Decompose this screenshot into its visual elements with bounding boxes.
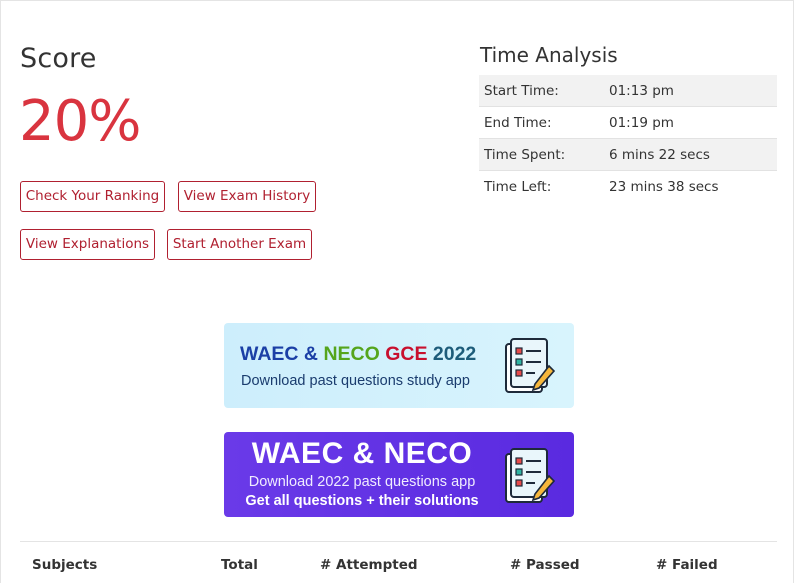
waec-neco-solutions-app-banner[interactable]: WAEC & NECO Download 2022 past questions… xyxy=(224,432,574,517)
time-label: End Time: xyxy=(484,114,552,131)
time-value: 6 mins 22 secs xyxy=(609,146,710,163)
view-explanations-button[interactable]: View Explanations xyxy=(20,229,155,260)
checklist-pencil-icon xyxy=(505,338,555,393)
banner2-tagline: Get all questions + their solutions xyxy=(245,493,479,509)
column-header-passed: # Passed xyxy=(510,557,580,573)
section-divider xyxy=(20,541,777,542)
time-analysis-title: Time Analysis xyxy=(480,43,618,67)
time-row-spent: Time Spent: 6 mins 22 secs xyxy=(479,139,777,171)
column-header-subjects: Subjects xyxy=(32,557,98,573)
result-panel: Score 20% Check Your Ranking View Exam H… xyxy=(0,0,794,583)
time-row-start: Start Time: 01:13 pm xyxy=(479,75,777,107)
column-header-failed: # Failed xyxy=(656,557,718,573)
banner1-title-year: 2022 xyxy=(432,343,477,365)
time-row-left: Time Left: 23 mins 38 secs xyxy=(479,171,777,203)
banner2-title: WAEC & NECO xyxy=(251,437,473,470)
time-row-end: End Time: 01:19 pm xyxy=(479,107,777,139)
time-analysis-table: Start Time: 01:13 pm End Time: 01:19 pm … xyxy=(479,75,777,203)
time-label: Start Time: xyxy=(484,82,559,99)
check-ranking-button[interactable]: Check Your Ranking xyxy=(20,181,165,212)
banner1-subtitle: Download past questions study app xyxy=(241,373,470,389)
waec-neco-gce-app-banner[interactable]: WAEC & NECO GCE 2022 Download past quest… xyxy=(224,323,574,408)
banner1-title-gce: GCE xyxy=(385,343,428,365)
time-value: 01:19 pm xyxy=(609,114,674,131)
banner1-title: WAEC & NECO GCE 2022 xyxy=(240,343,476,366)
view-exam-history-button[interactable]: View Exam History xyxy=(178,181,316,212)
banner1-title-amp: & xyxy=(303,343,319,365)
start-another-exam-button[interactable]: Start Another Exam xyxy=(167,229,312,260)
time-label: Time Spent: xyxy=(484,146,566,163)
score-value: 20% xyxy=(19,89,141,154)
time-value: 23 mins 38 secs xyxy=(609,179,719,195)
column-header-total: Total xyxy=(221,557,258,573)
banner1-title-neco: NECO xyxy=(323,343,380,365)
column-header-attempted: # Attempted xyxy=(320,557,418,573)
time-label: Time Left: xyxy=(484,179,552,195)
score-heading: Score xyxy=(20,43,97,74)
time-value: 01:13 pm xyxy=(609,82,674,99)
banner2-subtitle: Download 2022 past questions app xyxy=(248,474,476,490)
banner1-title-waec: WAEC xyxy=(240,343,299,365)
checklist-pencil-icon xyxy=(505,448,555,503)
